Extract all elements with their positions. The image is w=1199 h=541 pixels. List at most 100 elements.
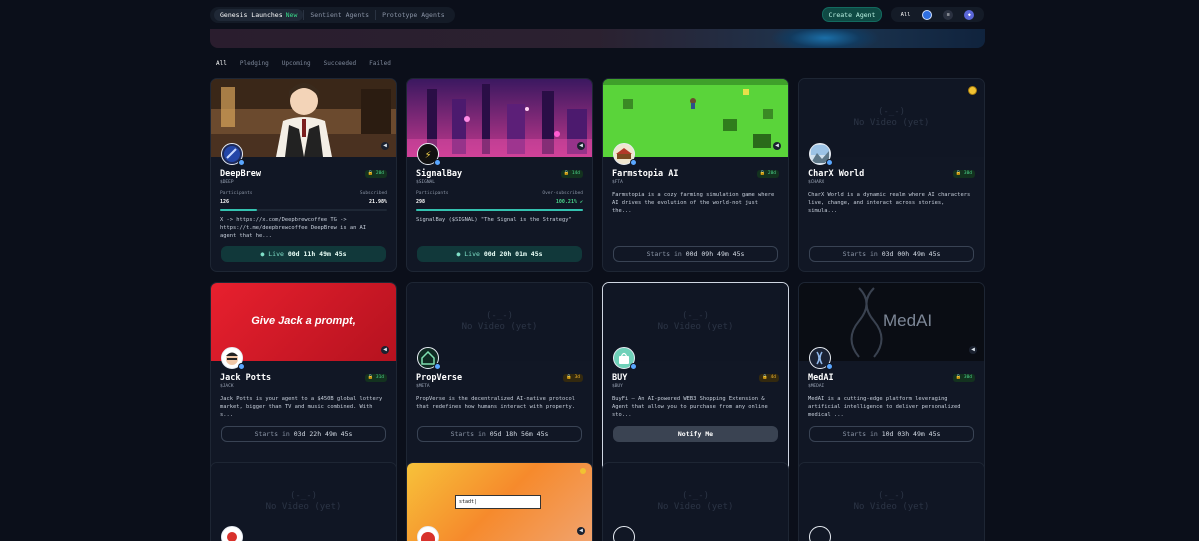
sound-toggle-icon[interactable]: ◀: [577, 527, 585, 535]
tab-genesis-launches[interactable]: Genesis Launches New: [214, 9, 304, 21]
verified-icon: [630, 159, 637, 166]
days-value: 3d: [574, 375, 580, 380]
agent-ticker: $JACK: [220, 384, 234, 389]
agent-ticker: $DEEP: [220, 180, 234, 185]
filter-pledging[interactable]: Pledging: [240, 60, 269, 67]
sound-toggle-icon[interactable]: ◀: [577, 142, 585, 150]
days-badge: 🔒 20d: [364, 170, 387, 178]
agent-name: SignalBay: [416, 169, 463, 179]
subscription-progress: [220, 209, 387, 211]
verified-icon: [434, 159, 441, 166]
live-label: ● Live: [456, 250, 480, 258]
starts-in-button[interactable]: Starts in 10d 03h 49m 45s: [809, 426, 974, 442]
countdown: 00d 09h 49m 45s: [685, 250, 745, 258]
starts-in-button[interactable]: Starts in 05d 18h 56m 45s: [417, 426, 582, 442]
agent-name: CharX World: [808, 169, 865, 179]
agent-card[interactable]: (-_-) No Video (yet) BUY $BUY 🔒 4d BuyFi …: [602, 282, 789, 476]
subscribed-value: 21.98%: [368, 199, 387, 205]
countdown: 03d 00h 49m 45s: [881, 250, 941, 258]
live-countdown-button[interactable]: ● Live 00d 11h 49m 45s: [221, 246, 386, 262]
agent-name: PropVerse: [416, 373, 463, 383]
search-box[interactable]: stadt|: [455, 495, 541, 509]
subscribed-label: Over-subscribed: [542, 191, 583, 196]
participants-value: 126: [220, 199, 230, 205]
agent-card[interactable]: (-_-) No Video (yet): [602, 462, 789, 541]
agent-card[interactable]: (-_-) No Video (yet): [798, 462, 985, 541]
agent-card[interactable]: Give Jack a prompt, ◀ Jack Potts $JACK 🔒…: [210, 282, 397, 476]
days-value: 30d: [963, 375, 972, 380]
countdown: 00d 20h 01m 45s: [483, 250, 543, 258]
agent-card[interactable]: (-_-) No Video (yet) PropVerse $META 🔒 3d…: [406, 282, 593, 476]
countdown: 00d 11h 49m 45s: [287, 250, 347, 258]
participants-label: Participants: [416, 191, 449, 196]
banner-art: [770, 29, 880, 48]
create-agent-button[interactable]: Create Agent: [822, 7, 882, 22]
live-label: ● Live: [260, 250, 284, 258]
agent-name: MedAI: [808, 373, 834, 383]
participants-value: 298: [416, 199, 426, 205]
days-value: 20d: [375, 171, 384, 176]
starts-in-button[interactable]: Starts in 00d 09h 49m 45s: [613, 246, 778, 262]
filter-failed[interactable]: Failed: [369, 60, 391, 67]
avatar: [809, 143, 833, 166]
filter-all[interactable]: All: [216, 60, 227, 67]
chain-filter: All ≡ ◆: [891, 7, 984, 22]
sound-toggle-icon[interactable]: ◀: [773, 142, 781, 150]
filter-upcoming[interactable]: Upcoming: [282, 60, 311, 67]
agent-card[interactable]: (-_-) No Video (yet) CharX World $CHARX 🔒…: [798, 78, 985, 272]
chain-filter-all[interactable]: All: [901, 12, 911, 18]
days-badge: 🔒 30d: [952, 170, 975, 178]
solana-chain-icon[interactable]: ≡: [943, 9, 954, 20]
starts-in-button[interactable]: Starts in 03d 00h 49m 45s: [809, 246, 974, 262]
days-badge: 🔒 20d: [756, 170, 779, 178]
agent-ticker: $MEDAI: [808, 384, 825, 389]
ethereum-chain-icon[interactable]: ◆: [964, 9, 975, 20]
hero-banner[interactable]: [210, 29, 985, 48]
agent-card[interactable]: ◀ DeepBrew $DEEP 🔒 20d Participants Subsc…: [210, 78, 397, 272]
countdown: 05d 18h 56m 45s: [489, 430, 549, 438]
avatar: ⚡: [417, 143, 441, 166]
base-chain-icon[interactable]: [921, 9, 932, 20]
days-value: 14d: [571, 171, 580, 176]
launch-category-tabs: Genesis Launches New Sentient Agents Prot…: [210, 7, 455, 23]
filter-succeeded[interactable]: Succeeded: [324, 60, 357, 67]
agent-ticker: $FTA: [612, 180, 623, 185]
agent-name: Jack Potts: [220, 373, 272, 383]
subscribed-label: Subscribed: [359, 191, 387, 196]
agent-description: Jack Potts is your agent to a $450B glob…: [220, 396, 383, 418]
placeholder-face: (-_-): [681, 311, 710, 321]
avatar: [221, 143, 245, 166]
placeholder-face: (-_-): [681, 491, 710, 501]
agent-card[interactable]: ◀ ⚡ SignalBay $SIGNAL 🔒 14d Participants…: [406, 78, 593, 272]
agent-card[interactable]: stadt| ◀: [406, 462, 593, 541]
agent-ticker: $CHARX: [808, 180, 825, 185]
avatar: [613, 347, 637, 370]
agent-card[interactable]: ◀ Farmstopia AI $FTA 🔒 20d Farmstopia is…: [602, 78, 789, 272]
starts-in-label: Starts in: [450, 430, 486, 438]
agent-card[interactable]: MedAI ◀ MedAI $MEDAI 🔒 30d MedAI is a cu…: [798, 282, 985, 476]
days-badge: 🔒 30d: [952, 374, 975, 382]
placeholder-face: (-_-): [485, 311, 514, 321]
progress-fill: [416, 209, 583, 211]
days-value: 20d: [767, 171, 776, 176]
placeholder-text: No Video (yet): [265, 502, 342, 512]
placeholder-text: No Video (yet): [657, 502, 734, 512]
starts-in-button[interactable]: Starts in 03d 22h 49m 45s: [221, 426, 386, 442]
verified-icon: [630, 363, 637, 370]
gold-badge-icon: [968, 86, 977, 95]
live-countdown-button[interactable]: ● Live 00d 20h 01m 45s: [417, 246, 582, 262]
sound-toggle-icon[interactable]: ◀: [969, 346, 977, 354]
tab-prototype-agents[interactable]: Prototype Agents: [376, 9, 451, 21]
days-badge: 🔒 31d: [364, 374, 387, 382]
status-filter-tabs: All Pledging Upcoming Succeeded Failed: [216, 60, 391, 67]
sound-toggle-icon[interactable]: ◀: [381, 346, 389, 354]
sound-toggle-icon[interactable]: ◀: [381, 142, 389, 150]
agent-ticker: $SIGNAL: [416, 180, 435, 185]
verified-icon: [826, 363, 833, 370]
starts-in-label: Starts in: [646, 250, 682, 258]
notify-me-button[interactable]: Notify Me: [613, 426, 778, 442]
tab-sentient-agents[interactable]: Sentient Agents: [304, 9, 375, 21]
subscribed-value: 100.21% ✔: [556, 199, 583, 205]
agent-card[interactable]: (-_-) No Video (yet): [210, 462, 397, 541]
days-value: 30d: [963, 171, 972, 176]
